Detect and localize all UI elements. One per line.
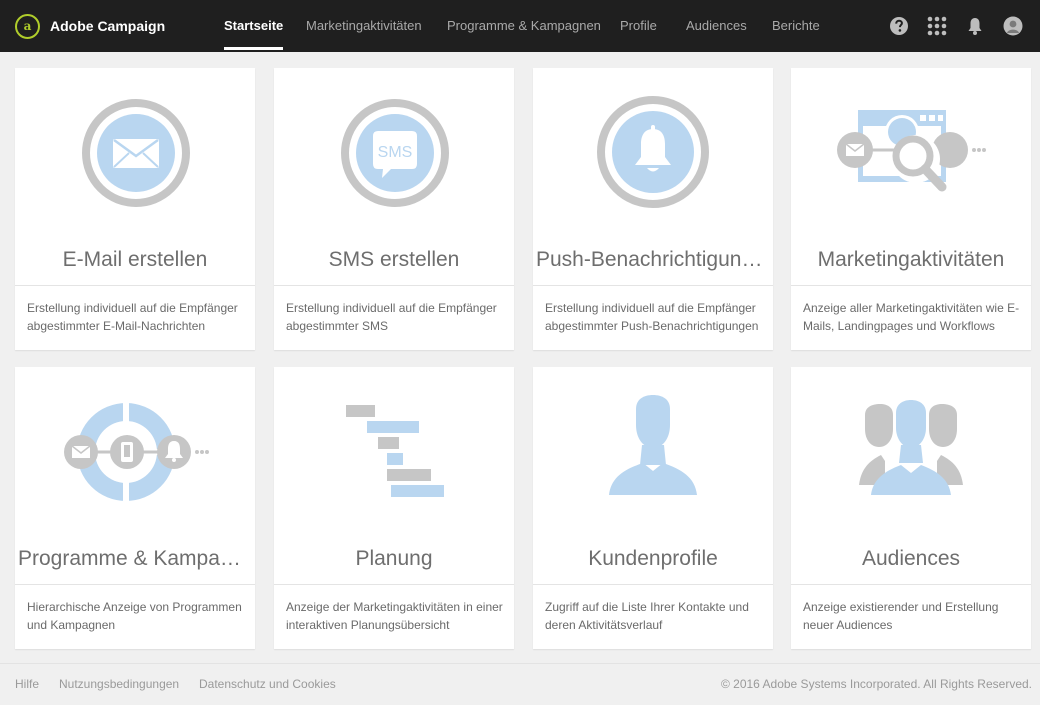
card-title: Kundenprofile [588, 547, 718, 570]
card-divider [533, 285, 773, 286]
apps-grid-icon[interactable] [927, 16, 947, 36]
card-marketingaktivitaeten[interactable]: Marketingaktivitäten Anzeige aller Marke… [791, 68, 1031, 350]
card-divider [274, 285, 514, 286]
audiences-icon [859, 397, 963, 495]
card-title: E-Mail erstellen [62, 248, 208, 271]
card-description: Erstellung individuell auf die Empfänger… [27, 301, 238, 333]
nav-profile[interactable]: Profile [620, 0, 657, 52]
card-divider [533, 584, 773, 585]
card-description: Erstellung individuell auf die Empfänger… [286, 301, 497, 333]
push-bell-icon [597, 96, 709, 208]
footer-link-hilfe[interactable]: Hilfe [15, 677, 39, 691]
card-divider [15, 584, 255, 585]
footer: Hilfe Nutzungsbedingungen Datenschutz un… [0, 663, 1040, 705]
customer-profile-icon [609, 395, 697, 495]
nav-berichte[interactable]: Berichte [772, 0, 820, 52]
card-push-benachrichtigung[interactable]: Push-Benachrichtigung er… Erstellung ind… [533, 68, 773, 350]
card-title: SMS erstellen [328, 248, 460, 271]
card-planung[interactable]: Planung Anzeige der Marketingaktivitäten… [274, 367, 514, 649]
top-navigation-bar: a Adobe Campaign Startseite Marketingakt… [0, 0, 1040, 52]
email-icon [82, 99, 190, 207]
nav-marketingaktivitaeten[interactable]: Marketingaktivitäten [306, 0, 422, 52]
app-name: Adobe Campaign [50, 18, 166, 34]
card-title: Marketingaktivitäten [817, 248, 1005, 271]
card-divider [791, 584, 1031, 585]
card-title: Push-Benachrichtigung er… [536, 248, 773, 271]
card-description: Erstellung individuell auf die Empfänger… [545, 301, 759, 333]
footer-link-nutzungsbedingungen[interactable]: Nutzungsbedingungen [59, 677, 179, 691]
card-description: Anzeige aller Marketingaktivitäten wie E… [803, 301, 1020, 333]
notification-bell-icon[interactable] [965, 16, 985, 36]
footer-link-datenschutz[interactable]: Datenschutz und Cookies [199, 677, 336, 691]
card-description: Hierarchische Anzeige von Programmen und… [27, 600, 242, 632]
card-email-erstellen[interactable]: E-Mail erstellen Erstellung individuell … [15, 68, 255, 350]
card-title: Planung [355, 547, 433, 570]
nav-audiences[interactable]: Audiences [686, 0, 747, 52]
copyright-text: © 2016 Adobe Systems Incorporated. All R… [720, 677, 1032, 691]
card-divider [15, 285, 255, 286]
card-description: Anzeige existierender und Erstellung neu… [803, 600, 999, 632]
nav-startseite[interactable]: Startseite [224, 0, 284, 52]
card-divider [791, 285, 1031, 286]
brand[interactable]: a Adobe Campaign [15, 13, 165, 39]
card-kundenprofile[interactable]: Kundenprofile Zugriff auf die Liste Ihre… [533, 367, 773, 649]
card-divider [274, 584, 514, 585]
sms-icon: SMS [341, 99, 449, 207]
card-audiences[interactable]: Audiences Anzeige existierender und Erst… [791, 367, 1031, 649]
card-description: Anzeige der Marketingaktivitäten in eine… [286, 600, 503, 632]
card-title: Audiences [861, 547, 961, 570]
card-sms-erstellen[interactable]: SMS SMS erstellen Erstellung individuell… [274, 68, 514, 350]
marketing-activities-icon [837, 110, 986, 192]
sms-icon-label: SMS [378, 144, 413, 161]
adobe-campaign-logo-icon: a [15, 13, 40, 39]
programs-campaigns-icon [64, 397, 209, 507]
card-title: Programme & Kampagnen [18, 547, 255, 570]
card-description: Zugriff auf die Liste Ihrer Kontakte und… [545, 600, 749, 632]
planning-gantt-icon [346, 405, 444, 497]
nav-programme-kampagnen[interactable]: Programme & Kampagnen [447, 0, 601, 52]
card-programme-kampagnen[interactable]: Programme & Kampagnen Hierarchische Anze… [15, 367, 255, 649]
user-avatar-icon[interactable] [1003, 16, 1023, 36]
help-icon[interactable] [889, 16, 909, 36]
